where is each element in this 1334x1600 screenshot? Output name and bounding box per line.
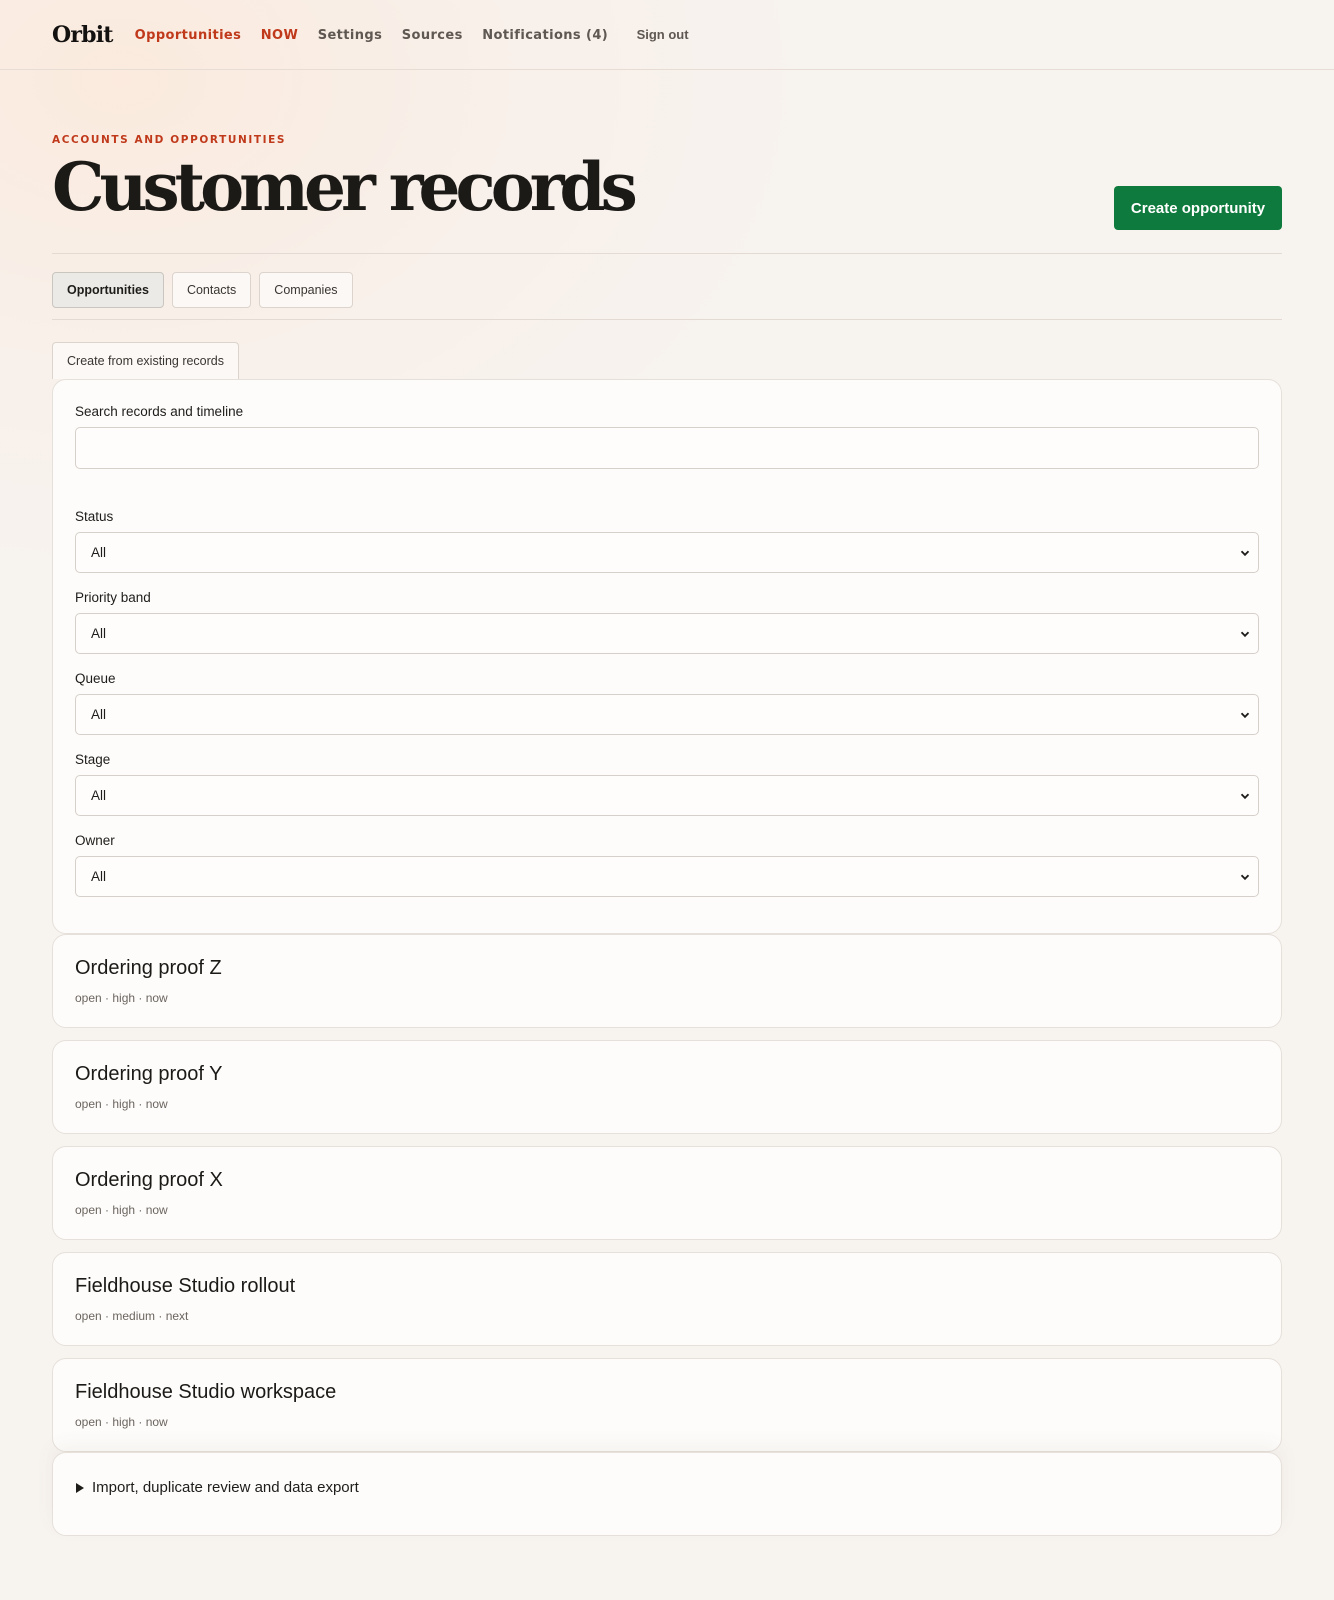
page-eyebrow: ACCOUNTS AND OPPORTUNITIES <box>52 134 287 146</box>
record-meta: open · high · now <box>75 1415 168 1429</box>
record-title[interactable]: Fieldhouse Studio rollout <box>75 1275 1259 1298</box>
record-title[interactable]: Fieldhouse Studio workspace <box>75 1381 1259 1404</box>
queue-label: Queue <box>75 671 116 686</box>
nav-sign-out[interactable]: Sign out <box>637 27 689 42</box>
filter-panel: Search records and timeline Status All P… <box>52 379 1282 934</box>
app-logo[interactable]: Orbit <box>52 22 113 48</box>
tab-opportunities[interactable]: Opportunities <box>52 272 164 308</box>
search-input[interactable] <box>75 427 1259 469</box>
top-navigation: Orbit Opportunities NOW Settings Sources… <box>0 0 1334 70</box>
tab-companies[interactable]: Companies <box>259 272 353 308</box>
chevron-down-icon <box>1240 874 1250 880</box>
stage-select[interactable]: All <box>75 775 1259 816</box>
page-header: Customer records Create opportunity <box>52 146 1282 254</box>
chevron-down-icon <box>1240 793 1250 799</box>
record-meta: open · high · now <box>75 1203 168 1217</box>
nav-now[interactable]: NOW <box>261 28 298 43</box>
search-label: Search records and timeline <box>75 404 244 419</box>
record-card[interactable]: Ordering proof Z open · high · now <box>52 934 1282 1028</box>
stage-label: Stage <box>75 752 111 767</box>
create-opportunity-button[interactable]: Create opportunity <box>1114 186 1282 230</box>
record-meta: open · high · now <box>75 991 168 1005</box>
nav-sources[interactable]: Sources <box>402 28 463 43</box>
chevron-down-icon <box>1240 550 1250 556</box>
import-export-disclosure[interactable]: Import, duplicate review and data export <box>52 1452 1282 1536</box>
status-select[interactable]: All <box>75 532 1259 573</box>
record-tabs: Opportunities Contacts Companies <box>52 254 1282 320</box>
owner-select[interactable]: All <box>75 856 1259 897</box>
page-title: Customer records <box>52 148 638 226</box>
nav-notifications[interactable]: Notifications (4) <box>482 28 608 43</box>
status-label: Status <box>75 509 114 524</box>
disclosure-summary: Import, duplicate review and data export <box>92 1479 359 1496</box>
queue-select[interactable]: All <box>75 694 1259 735</box>
chevron-down-icon <box>1240 712 1250 718</box>
nav-settings[interactable]: Settings <box>318 28 383 43</box>
record-title[interactable]: Ordering proof Z <box>75 957 1259 980</box>
record-card[interactable]: Ordering proof X open · high · now <box>52 1146 1282 1240</box>
record-meta: open · medium · next <box>75 1309 189 1323</box>
nav-opportunities[interactable]: Opportunities <box>135 28 242 43</box>
chevron-down-icon <box>1240 631 1250 637</box>
queue-select-value: All <box>91 707 107 722</box>
record-card[interactable]: Ordering proof Y open · high · now <box>52 1040 1282 1134</box>
priority-band-select[interactable]: All <box>75 613 1259 654</box>
record-title[interactable]: Ordering proof X <box>75 1169 1259 1192</box>
record-card[interactable]: Fieldhouse Studio rollout open · medium … <box>52 1252 1282 1346</box>
main-content: ACCOUNTS AND OPPORTUNITIES Customer reco… <box>0 134 1334 1536</box>
priority-band-label: Priority band <box>75 590 151 605</box>
status-select-value: All <box>91 545 107 560</box>
stage-select-value: All <box>91 788 107 803</box>
record-meta: open · high · now <box>75 1097 168 1111</box>
tab-contacts[interactable]: Contacts <box>171 272 252 308</box>
record-card[interactable]: Fieldhouse Studio workspace open · high … <box>52 1358 1282 1452</box>
owner-label: Owner <box>75 833 115 848</box>
owner-select-value: All <box>91 869 107 884</box>
priority-band-select-value: All <box>91 626 107 641</box>
create-from-existing-button[interactable]: Create from existing records <box>52 342 240 379</box>
record-title[interactable]: Ordering proof Y <box>75 1063 1259 1086</box>
main-nav: Opportunities NOW Settings Sources Notif… <box>135 26 704 44</box>
disclosure-triangle-icon <box>76 1483 84 1493</box>
